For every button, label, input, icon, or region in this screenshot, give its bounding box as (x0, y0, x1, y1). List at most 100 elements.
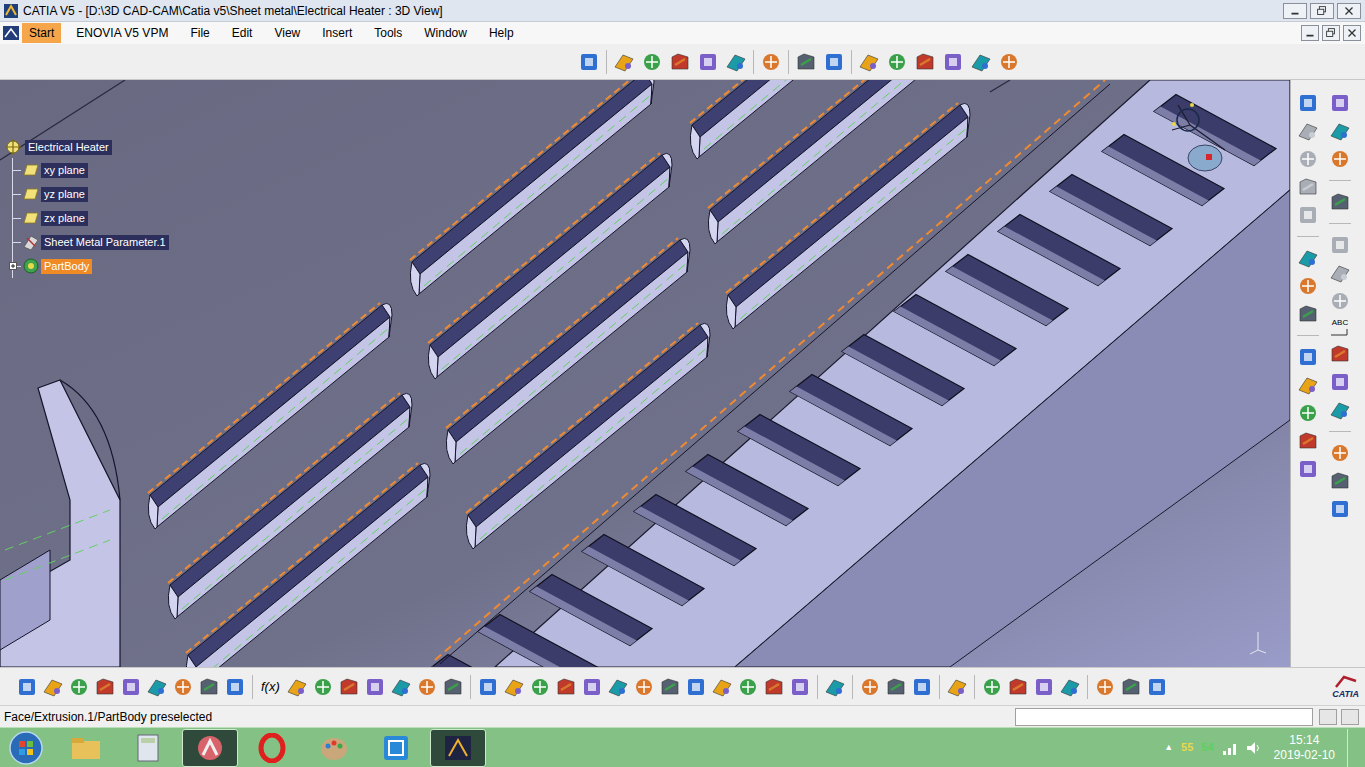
menu-item[interactable]: Window (417, 23, 474, 43)
right-tool-icon[interactable] (1297, 402, 1319, 424)
bottom-tool-icon[interactable] (555, 676, 577, 698)
bottom-tool-icon[interactable] (416, 676, 438, 698)
tray-counter[interactable]: 54 (1201, 739, 1213, 756)
bottom-tool-icon[interactable] (146, 676, 168, 698)
toolbar-tool-icon[interactable] (914, 51, 936, 73)
right-tool-icon[interactable] (1297, 275, 1319, 297)
right-tool-icon[interactable] (1329, 120, 1351, 142)
paint-button[interactable] (306, 729, 362, 767)
formula-button[interactable]: f(x) (259, 677, 282, 697)
menu-item[interactable]: Insert (315, 23, 359, 43)
toolbar-tool-icon[interactable] (886, 51, 908, 73)
right-tool-icon[interactable] (1297, 204, 1319, 226)
catia-task-button[interactable] (182, 729, 238, 767)
bottom-tool-icon[interactable] (659, 676, 681, 698)
signal-icon[interactable] (1222, 741, 1238, 755)
right-tool-icon[interactable] (1297, 92, 1319, 114)
bottom-tool-icon[interactable] (607, 676, 629, 698)
volume-icon[interactable] (1246, 741, 1262, 755)
tree-root[interactable]: Electrical Heater (4, 136, 169, 158)
show-desktop-button[interactable] (1347, 729, 1359, 767)
bottom-tool-icon[interactable] (1120, 676, 1142, 698)
status-button[interactable] (1341, 709, 1359, 725)
bottom-tool-icon[interactable] (503, 676, 525, 698)
louver[interactable] (446, 238, 690, 464)
text-tool[interactable]: ABC (1329, 318, 1351, 337)
bottom-tool-icon[interactable] (312, 676, 334, 698)
tree-item[interactable]: PartBody (13, 254, 169, 278)
tree-item[interactable]: zx plane (13, 206, 169, 230)
toolbar-tool-icon[interactable] (613, 51, 635, 73)
right-tool-icon[interactable] (1297, 120, 1319, 142)
right-tool-icon[interactable] (1329, 148, 1351, 170)
menu-item[interactable]: File (183, 23, 216, 43)
toolbar-tool-icon[interactable] (578, 51, 600, 73)
bottom-tool-icon[interactable] (685, 676, 707, 698)
right-tool-icon[interactable] (1329, 343, 1351, 365)
louver[interactable] (428, 153, 672, 379)
bottom-tool-icon[interactable] (633, 676, 655, 698)
right-tool-icon[interactable] (1329, 442, 1351, 464)
right-tool-icon[interactable] (1329, 498, 1351, 520)
expand-icon[interactable] (9, 262, 17, 270)
bottom-tool-icon[interactable] (1094, 676, 1116, 698)
toolbar-tool-icon[interactable] (795, 51, 817, 73)
command-input[interactable] (1015, 708, 1313, 726)
right-tool-icon[interactable] (1329, 371, 1351, 393)
menu-item[interactable]: View (267, 23, 307, 43)
bottom-tool-icon[interactable] (859, 676, 881, 698)
right-tool-icon[interactable] (1297, 247, 1319, 269)
bottom-tool-icon[interactable] (390, 676, 412, 698)
bottom-tool-icon[interactable] (763, 676, 785, 698)
toolbar-tool-icon[interactable] (998, 51, 1020, 73)
menu-item[interactable]: Tools (367, 23, 409, 43)
opera-button[interactable] (244, 729, 300, 767)
right-tool-icon[interactable] (1297, 374, 1319, 396)
status-button[interactable] (1319, 709, 1337, 725)
toolbar-tool-icon[interactable] (725, 51, 747, 73)
restore-icon[interactable] (1322, 25, 1340, 41)
toolbar-tool-icon[interactable] (760, 51, 782, 73)
toolbar-tool-icon[interactable] (970, 51, 992, 73)
bottom-tool-icon[interactable] (824, 676, 846, 698)
tray-counter[interactable]: 55 (1181, 739, 1193, 756)
bottom-tool-icon[interactable] (911, 676, 933, 698)
bottom-tool-icon[interactable] (364, 676, 386, 698)
calculator-button[interactable] (120, 729, 176, 767)
bottom-tool-icon[interactable] (1146, 676, 1168, 698)
close-icon[interactable] (1343, 25, 1361, 41)
bottom-tool-icon[interactable] (94, 676, 116, 698)
bottom-tool-icon[interactable] (737, 676, 759, 698)
clock[interactable]: 15:142019-02-10 (1270, 733, 1339, 763)
minimize-icon[interactable] (1283, 3, 1307, 19)
right-tool-icon[interactable] (1297, 430, 1319, 452)
toolbar-tool-icon[interactable] (669, 51, 691, 73)
right-tool-icon[interactable] (1297, 346, 1319, 368)
bottom-tool-icon[interactable] (286, 676, 308, 698)
minimize-icon[interactable] (1301, 25, 1319, 41)
menu-item[interactable]: Edit (225, 23, 260, 43)
toolbar-tool-icon[interactable] (697, 51, 719, 73)
right-tool-icon[interactable] (1297, 176, 1319, 198)
right-tool-icon[interactable] (1297, 303, 1319, 325)
side-bracket[interactable] (0, 380, 120, 667)
show-hidden-icons[interactable]: ▲ (1164, 741, 1173, 755)
louver[interactable] (148, 303, 392, 529)
bottom-tool-icon[interactable] (711, 676, 733, 698)
bottom-tool-icon[interactable] (1059, 676, 1081, 698)
bottom-tool-icon[interactable] (42, 676, 64, 698)
right-tool-icon[interactable] (1329, 470, 1351, 492)
right-tool-icon[interactable] (1329, 262, 1351, 284)
louver[interactable] (186, 463, 430, 667)
bottom-tool-icon[interactable] (477, 676, 499, 698)
bottom-tool-icon[interactable] (68, 676, 90, 698)
right-tool-icon[interactable] (1297, 148, 1319, 170)
right-tool-icon[interactable] (1329, 290, 1351, 312)
bottom-tool-icon[interactable] (338, 676, 360, 698)
windows-start-orb-icon[interactable] (6, 729, 46, 767)
tree-item[interactable]: yz plane (13, 182, 169, 206)
tree-item[interactable]: xy plane (13, 158, 169, 182)
right-tool-icon[interactable] (1329, 399, 1351, 421)
restore-icon[interactable] (1310, 3, 1334, 19)
bottom-tool-icon[interactable] (529, 676, 551, 698)
